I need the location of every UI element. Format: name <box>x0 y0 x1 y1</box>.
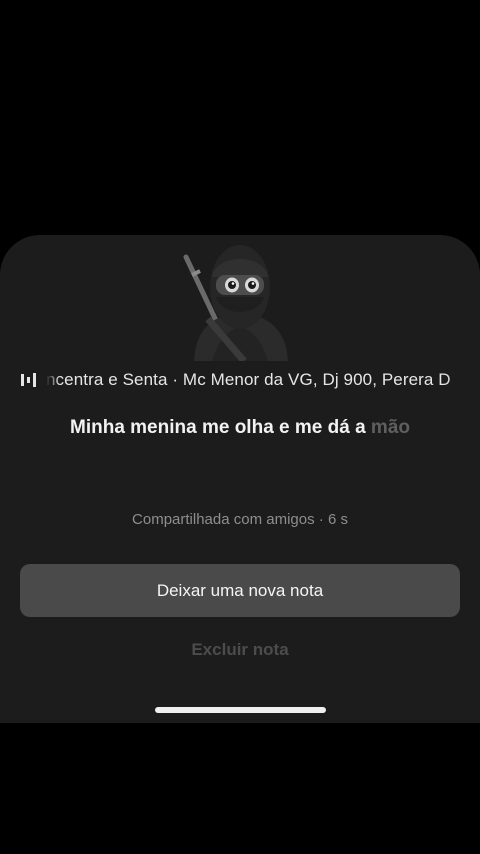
leave-new-note-button[interactable]: Deixar uma nova nota <box>20 564 460 617</box>
lyric-upcoming: mão <box>370 417 410 438</box>
lyric-line: Minha menina me olha e me dá a mão <box>0 417 480 439</box>
screen: ncentra e Senta · Mc Menor da VG, Dj 900… <box>0 0 480 854</box>
music-track-row[interactable]: ncentra e Senta · Mc Menor da VG, Dj 900… <box>0 368 480 392</box>
equalizer-bars-icon <box>21 373 36 387</box>
lyric-current: Minha menina me olha e me dá a <box>70 417 371 438</box>
note-bottom-sheet: ncentra e Senta · Mc Menor da VG, Dj 900… <box>0 235 480 723</box>
home-indicator <box>155 707 326 713</box>
music-track-label: ncentra e Senta · Mc Menor da VG, Dj 900… <box>46 370 451 389</box>
delete-note-button[interactable]: Excluir nota <box>140 635 340 665</box>
ninja-avatar-icon[interactable] <box>172 237 308 361</box>
shared-info: Compartilhada com amigos · 6 s <box>132 511 348 528</box>
